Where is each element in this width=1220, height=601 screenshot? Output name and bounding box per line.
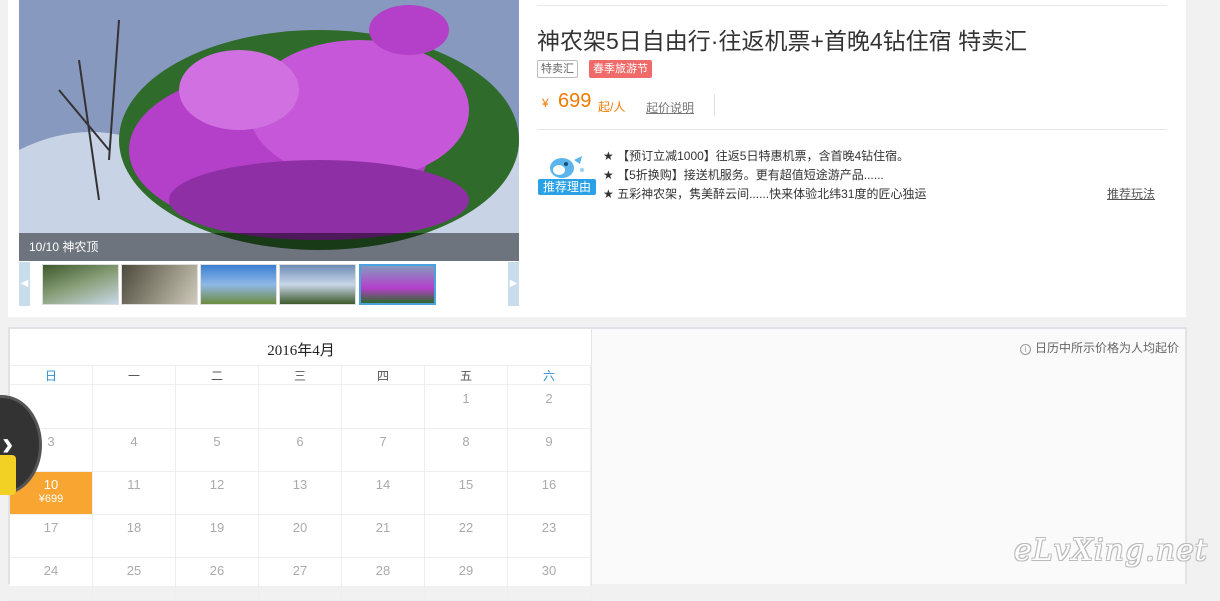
weekday-label: 四 [342, 366, 425, 386]
price-value: 699 [558, 90, 592, 112]
calendar-day-cell[interactable]: 23 [508, 515, 591, 558]
calendar-note-text: 日历中所示价格为人均起价 [1034, 341, 1179, 355]
weekday-label: 二 [176, 366, 259, 386]
calendar-day-cell [259, 386, 342, 429]
calendar-day-cell[interactable]: 6 [259, 429, 342, 472]
calendar-day-number: 10 [43, 477, 59, 492]
calendar-day-cell[interactable]: 5 [176, 429, 259, 472]
product-title: 神农架5日自由行·往返机票+首晚4钻住宿 特卖汇 [537, 28, 1028, 54]
calendar-day-cell[interactable]: 9 [508, 429, 591, 472]
calendar-day-cell[interactable]: 2 [508, 386, 591, 429]
thumb-next-button[interactable]: ▶ [508, 262, 519, 306]
festival-tag: 春季旅游节 [589, 60, 652, 78]
divider [714, 94, 715, 116]
recommend-more-link[interactable]: 推荐玩法 [1107, 185, 1155, 202]
calendar-day-cell[interactable]: 12 [176, 472, 259, 515]
calendar: 2016年4月 日 一 二 三 四 五 六 1 2 3 4 5 6 7 8 9 10 ¥699 11 1… [10, 329, 592, 601]
calendar-day-cell [93, 386, 176, 429]
thumb-prev-button[interactable]: ◀ [19, 262, 30, 306]
thumbnail-active[interactable] [359, 264, 436, 305]
calendar-day-cell[interactable]: 13 [259, 472, 342, 515]
weekday-label: 日 [10, 366, 93, 386]
calendar-day-cell[interactable]: 29 [425, 558, 508, 601]
calendar-day-cell[interactable]: 11 [93, 472, 176, 515]
calendar-panel: 2016年4月 日 一 二 三 四 五 六 1 2 3 4 5 6 7 8 9 10 ¥699 11 1… [8, 327, 1187, 601]
calendar-day-cell[interactable]: 22 [425, 515, 508, 558]
recommend-line: ★ 【预订立减1000】往返5日特惠机票，含首晚4钻住宿。 [603, 149, 910, 163]
thumbnail[interactable] [279, 264, 356, 305]
calendar-day-cell[interactable]: 19 [176, 515, 259, 558]
recommend-line: ★ 五彩神农架，隽美醉云间......快来体验北纬31度的匠心独运 [603, 187, 927, 201]
festival-badge-icon [0, 455, 16, 495]
recommend-badge: 推荐理由 [538, 152, 596, 196]
calendar-day-price: ¥699 [38, 493, 64, 505]
calendar-day-cell[interactable]: 28 [342, 558, 425, 601]
calendar-day-cell[interactable]: 1 [425, 386, 508, 429]
recommend-label: 推荐理由 [538, 179, 596, 195]
calendar-day-cell [342, 386, 425, 429]
price-note-link[interactable]: 起价说明 [646, 99, 694, 116]
calendar-day-cell [176, 386, 259, 429]
calendar-day-cell[interactable]: 26 [176, 558, 259, 601]
calendar-day-cell[interactable]: 20 [259, 515, 342, 558]
divider [537, 129, 1167, 130]
weekday-label: 三 [259, 366, 342, 386]
price-unit: 起/人 [598, 100, 626, 114]
calendar-day-cell[interactable]: 24 [10, 558, 93, 601]
calendar-day-cell[interactable]: 18 [93, 515, 176, 558]
calendar-month-title: 2016年4月 [267, 343, 335, 359]
calendar-day-cell[interactable]: 14 [342, 472, 425, 515]
recommend-line: ★ 【5折换购】接送机服务。更有超值短途游产品...... [603, 168, 884, 182]
weekday-label: 六 [508, 366, 591, 386]
price-currency: ¥ [542, 96, 549, 110]
photo-caption: 10/10 神农顶 [19, 233, 519, 261]
rhododendron-photo [19, 0, 519, 261]
thumbnail[interactable] [200, 264, 277, 305]
divider [537, 5, 1167, 6]
main-photo[interactable]: 10/10 神农顶 [19, 0, 519, 261]
calendar-day-cell[interactable]: 21 [342, 515, 425, 558]
weekday-label: 一 [93, 366, 176, 386]
thumbnail[interactable] [42, 264, 119, 305]
calendar-day-cell[interactable]: 17 [10, 515, 93, 558]
calendar-price-note: i 日历中所示价格为人均起价 [1019, 339, 1179, 356]
calendar-weekday-header: 日 一 二 三 四 五 六 [10, 365, 592, 386]
calendar-day-cell[interactable]: 15 [425, 472, 508, 515]
calendar-day-cell[interactable]: 7 [342, 429, 425, 472]
calendar-day-cell[interactable]: 16 [508, 472, 591, 515]
info-icon: i [1019, 344, 1031, 355]
calendar-day-cell[interactable]: 25 [93, 558, 176, 601]
weekday-label: 五 [425, 366, 508, 386]
thumbnail-strip: ◀ ▶ [19, 262, 519, 306]
calendar-day-cell[interactable]: 27 [259, 558, 342, 601]
calendar-day-cell[interactable]: 4 [93, 429, 176, 472]
calendar-day-cell[interactable]: 8 [425, 429, 508, 472]
sale-tag: 特卖汇 [537, 60, 578, 78]
dolphin-icon [550, 156, 584, 178]
calendar-day-cell[interactable]: 30 [508, 558, 591, 601]
watermark: eLvXing.net [1014, 533, 1208, 568]
thumbnail[interactable] [121, 264, 198, 305]
